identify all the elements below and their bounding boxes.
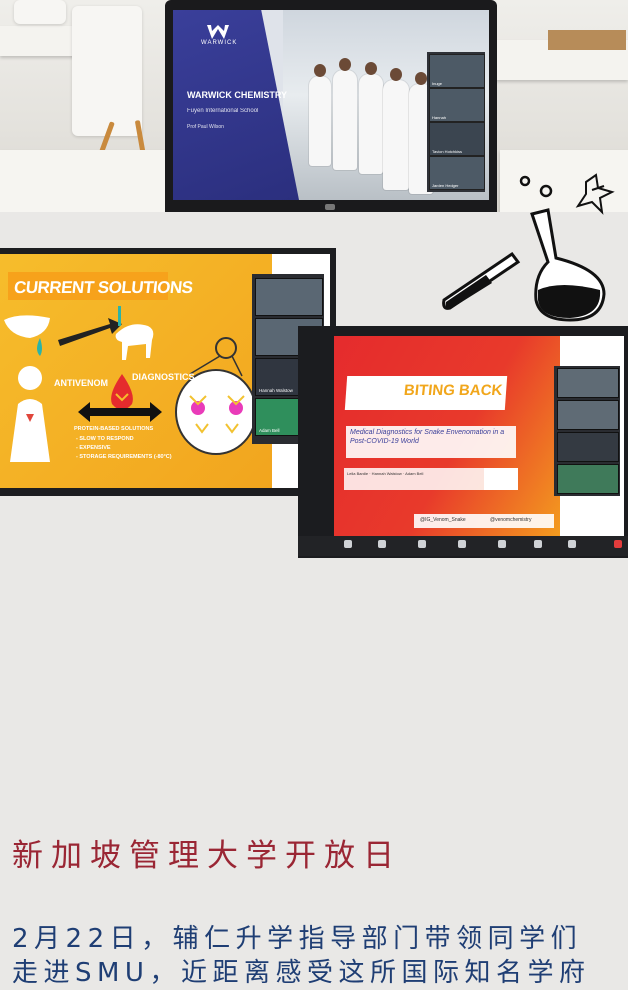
- participant-name: Hannah: [432, 115, 447, 120]
- toolbar-button: [568, 540, 576, 548]
- end-call-button: [614, 540, 622, 548]
- horse-icon: [115, 306, 154, 360]
- star-icon: [575, 173, 615, 215]
- participant-name: Inuge: [432, 81, 443, 86]
- slide-subtitle: Medical Diagnostics for Snake Envenomati…: [350, 429, 505, 445]
- slide-presenter: Prof Paul Wilson: [187, 124, 224, 130]
- participant-tile: Hannah: [429, 88, 485, 122]
- person: [383, 80, 409, 190]
- video-call-toolbar: [298, 536, 628, 556]
- person-head: [390, 68, 402, 81]
- slide-title: BITING BACK: [403, 382, 504, 399]
- test-tube-icon: [442, 251, 521, 310]
- participant-name: Adam Bell: [259, 428, 280, 433]
- slide-subtitle: Fuyen International School: [187, 108, 259, 114]
- toolbar-button: [534, 540, 542, 548]
- toolbar-button: [344, 540, 352, 548]
- monitor-screen: CURRENT SOLUTIONS ANTIVENOM DIAGNOSTICS …: [0, 254, 330, 488]
- person-head: [415, 72, 427, 85]
- photo-monitor-biting-back: BITING BACK Medical Diagnostics for Snak…: [298, 326, 628, 558]
- toolbar-button: [498, 540, 506, 548]
- person-head: [314, 64, 326, 77]
- participant-tile: [557, 464, 619, 494]
- participant-tile: [557, 400, 619, 430]
- slide-bullet: - SLOW TO RESPOND: [76, 436, 134, 442]
- warwick-logo: [207, 24, 229, 39]
- person: [333, 70, 357, 170]
- section-body-line: 走进SMU，近距离感受这所国际知名学府: [12, 958, 591, 988]
- slide-authors-box: Leila Bardie · Hannah Walstow · Adam Bel…: [344, 468, 484, 490]
- participant-tile: Tavion Hotchkiss: [429, 122, 485, 156]
- magnifier-icon: [175, 337, 257, 455]
- photo-monitor-current-solutions: CURRENT SOLUTIONS ANTIVENOM DIAGNOSTICS …: [0, 248, 336, 496]
- slide-bullet: - EXPENSIVE: [76, 445, 111, 451]
- participant-tile: [557, 368, 619, 398]
- slide-social-handle: @IG_Venom_Snake: [420, 517, 466, 523]
- qr-code-icon: [484, 468, 518, 490]
- person-head: [339, 58, 351, 71]
- toolbar-button: [378, 540, 386, 548]
- toolbar-button: [418, 540, 426, 548]
- arrow-icon: [58, 318, 122, 346]
- participant-name: Hannah Walstow: [259, 388, 293, 393]
- slide-social-box: @IG_Venom_Snake @venomchemistry: [414, 514, 554, 528]
- slide-bullet: PROTEIN-BASED SOLUTIONS: [74, 426, 154, 432]
- science-doodles: [420, 160, 628, 330]
- participant-tile: Inuge: [429, 54, 485, 88]
- slide-title: WARWICK CHEMISTRY: [187, 90, 287, 100]
- chair: [14, 0, 66, 24]
- slide-illustrations: [4, 306, 257, 462]
- monitor-screen: BITING BACK Medical Diagnostics for Snak…: [334, 336, 624, 536]
- person: [359, 74, 383, 174]
- person-head: [365, 62, 377, 75]
- current-solutions-slide: CURRENT SOLUTIONS ANTIVENOM DIAGNOSTICS …: [0, 254, 272, 488]
- cardboard-box: [548, 30, 626, 50]
- slide-bullet: - STORAGE REQUIREMENTS (-80°C): [76, 454, 172, 460]
- slide-social-handle: @venomchemistry: [490, 517, 532, 523]
- warwick-slide: [173, 10, 299, 200]
- participant-tile: [557, 432, 619, 462]
- slide-brand: WARWICK: [201, 40, 238, 46]
- video-participants-panel: [554, 366, 620, 496]
- bubble-icon: [519, 175, 553, 198]
- slide-label-diagnostics: DIAGNOSTICS: [132, 372, 195, 382]
- slide-label-antivenom: ANTIVENOM: [54, 378, 108, 388]
- person-icon: [10, 366, 50, 462]
- biting-back-slide: BITING BACK Medical Diagnostics for Snak…: [334, 336, 560, 536]
- participant-name: Tavion Hotchkiss: [432, 149, 463, 154]
- section-body: 2月22日，辅仁升学指导部门带领同学们 走进SMU，近距离感受这所国际知名学府: [12, 922, 628, 990]
- classroom-desk: [0, 150, 180, 212]
- snake-head-icon: [4, 315, 50, 356]
- slide-authors: Leila Bardie · Hannah Walstow · Adam Bel…: [347, 471, 424, 476]
- section-body-line: 2月22日，辅仁升学指导部门带领同学们: [12, 924, 583, 954]
- person: [309, 76, 331, 166]
- chair: [72, 6, 142, 136]
- hp-logo-icon: [325, 204, 335, 210]
- toolbar-button: [458, 540, 466, 548]
- participant-tile: [255, 278, 323, 316]
- blood-drop-icon: [111, 374, 133, 410]
- flask-icon: [530, 208, 606, 322]
- section-title: 新加坡管理大学开放日: [12, 838, 402, 874]
